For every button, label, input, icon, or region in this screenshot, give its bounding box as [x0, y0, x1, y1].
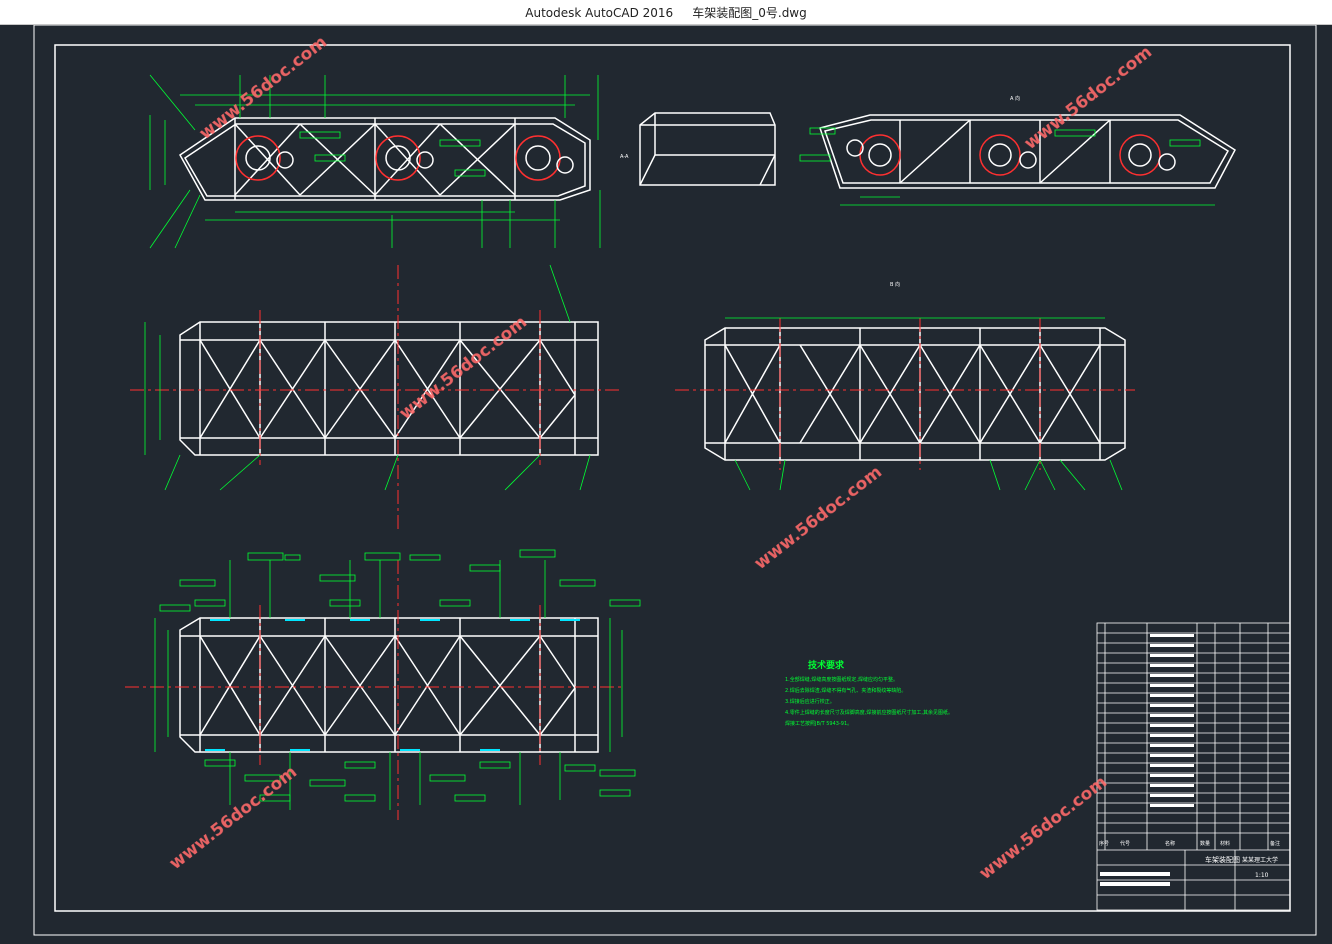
view-label-a: A 向 [1010, 95, 1020, 102]
tech-note-4: 4.零件上焊缝的长度尺寸及焊脚高度,焊接前应按图纸尺寸加工,其余见图纸。 [785, 709, 953, 716]
watermarks: www.56doc.com www.56doc.com www.56doc.co… [166, 32, 1156, 884]
drawing-canvas[interactable]: 技术要求 1.全部焊缝,焊缝高度按图纸规定,焊缝应均匀平整。 2.焊后去除焊渣,… [0, 24, 1332, 940]
side-view-1 [179, 117, 591, 201]
title-block-name: 车架装配图 [1205, 855, 1240, 864]
top-view-2-dims [725, 317, 1123, 491]
bom-header-qty: 数量 [1200, 840, 1210, 847]
section-label-a: A-A [620, 154, 629, 160]
title-block-school: 某某理工大学 [1242, 856, 1278, 864]
watermark-6: www.56doc.com [976, 772, 1111, 884]
side-view-1-wheels [235, 135, 574, 181]
bom-header-material: 材料 [1220, 840, 1230, 847]
bom-header-name: 名称 [1165, 840, 1175, 847]
window-title: Autodesk AutoCAD 2016 车架装配图_0号.dwg [525, 5, 807, 20]
top-view-2-axes [675, 318, 1135, 470]
top-view-1-axes [130, 265, 620, 530]
view-label-b: B 向 [890, 281, 900, 288]
bom-header-code: 代号 [1120, 840, 1130, 847]
watermark-3: www.56doc.com [396, 312, 531, 424]
window-title-bar: Autodesk AutoCAD 2016 车架装配图_0号.dwg [0, 0, 1332, 25]
watermark-4: www.56doc.com [751, 462, 886, 574]
bom-header-index: 序号 [1099, 840, 1109, 847]
cad-drawing[interactable]: 技术要求 1.全部焊缝,焊缝高度按图纸规定,焊缝应均匀平整。 2.焊后去除焊渣,… [0, 24, 1332, 940]
bom-header-texts: 序号 代号 名称 数量 材料 备注 [1099, 840, 1280, 847]
watermark-5: www.56doc.com [166, 762, 301, 874]
watermark-2: www.56doc.com [1021, 42, 1156, 154]
bom-header-note: 备注 [1270, 840, 1280, 847]
top-view-1 [179, 321, 599, 456]
watermark-1: www.56doc.com [196, 32, 331, 144]
title-block-scale: 1:10 [1255, 872, 1269, 879]
top-view-2 [704, 327, 1126, 461]
outer-sheet-border [33, 24, 1317, 936]
tech-note-1: 1.全部焊缝,焊缝高度按图纸规定,焊缝应均匀平整。 [785, 676, 898, 683]
tech-note-5: 焊接工艺按照JB/T 5943-91。 [785, 720, 852, 727]
tech-note-3: 3.焊接后应进行校正。 [785, 698, 835, 705]
side-view-2-wheels [846, 134, 1176, 176]
tech-title: 技术要求 [808, 659, 845, 671]
tech-note-2: 2.焊后去除焊渣,焊缝不得有气孔、夹渣和裂纹等缺陷。 [785, 687, 906, 694]
end-view-box [639, 112, 776, 186]
top-view-3 [179, 617, 599, 753]
